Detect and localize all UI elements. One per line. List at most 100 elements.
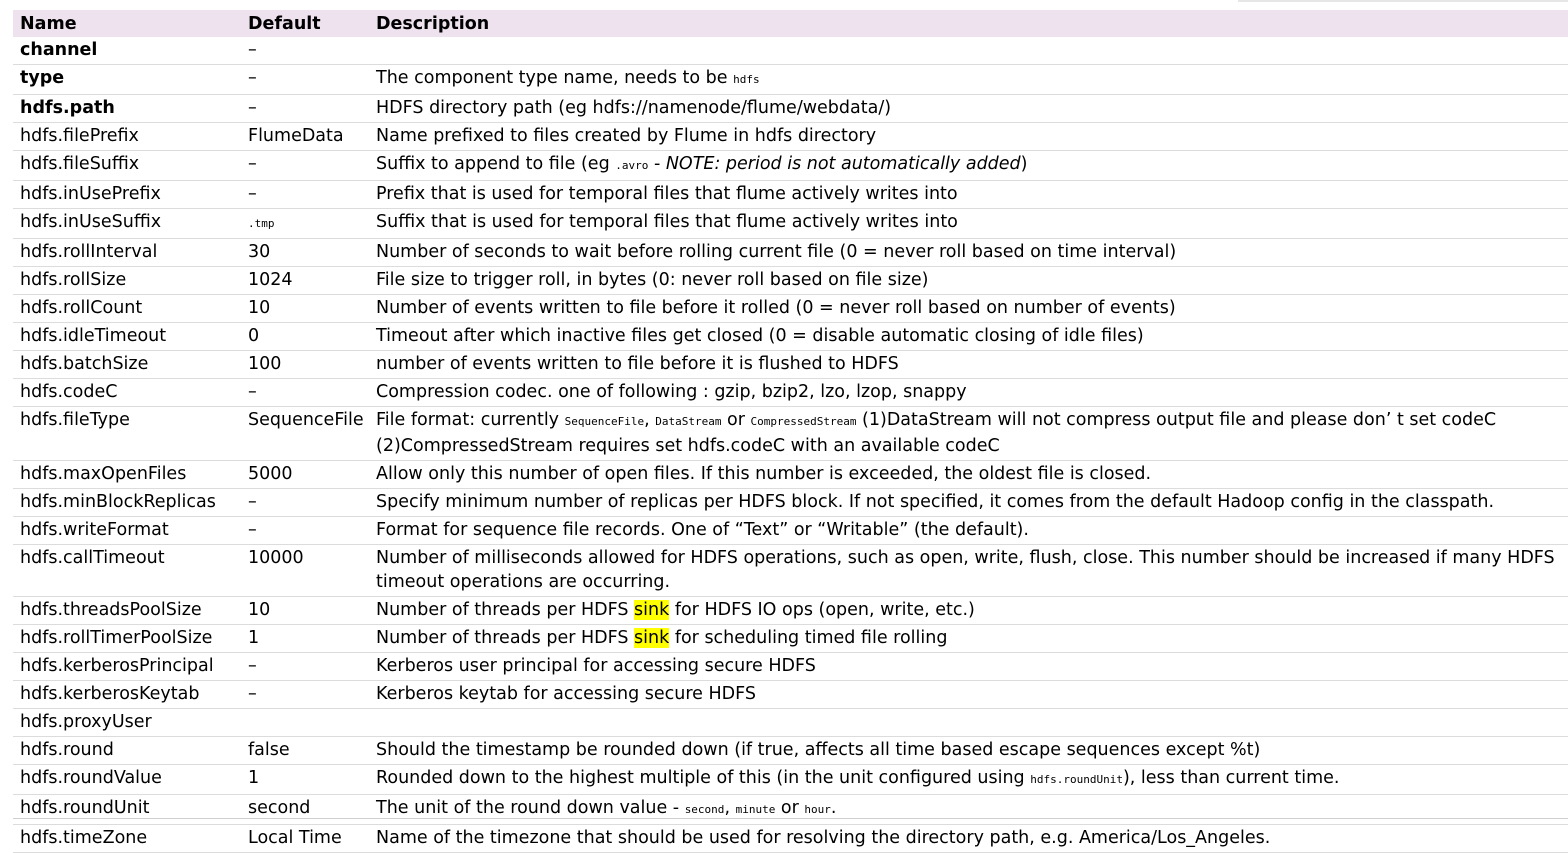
property-default: Local Time [241, 824, 369, 853]
property-name: hdfs.rollInterval [13, 238, 241, 267]
inline-code: hdfs [733, 73, 760, 86]
inline-code: second [684, 803, 725, 816]
table-row: hdfs.rollInterval 30 Number of seconds to … [13, 238, 1568, 267]
table-row: hdfs.inUseSuffix .tmp Suffix that is used … [13, 208, 1568, 239]
inline-code: minute [735, 803, 776, 816]
table-row: type – The component type name, needs to b… [13, 64, 1568, 95]
description-text: Suffix to append to file (eg [376, 154, 616, 174]
property-default: 10 [241, 596, 369, 625]
description-text: , [644, 410, 656, 430]
property-name: hdfs.path [13, 94, 241, 123]
description-text: Format for sequence file records. One of… [376, 520, 1029, 540]
description-text: Allow only this number of open files. If… [376, 464, 1152, 484]
inline-code: .avro [615, 159, 649, 172]
description-text: Suffix that is used for temporal files t… [376, 212, 958, 232]
property-default: 1024 [241, 266, 369, 295]
table-row: hdfs.kerberosKeytab – Kerberos keytab for … [13, 680, 1568, 709]
property-default: – [241, 94, 369, 123]
description-text: Number of seconds to wait before rolling… [376, 242, 1177, 262]
property-default: – [241, 150, 369, 181]
table-row: hdfs.fileSuffix – Suffix to append to file… [13, 150, 1568, 181]
description-text: Number of events written to file before … [376, 298, 1176, 318]
top-divider [1238, 0, 1568, 2]
property-description [369, 37, 1568, 65]
property-description: Prefix that is used for temporal files t… [369, 180, 1568, 209]
property-name: hdfs.callTimeout [13, 544, 241, 597]
property-name: hdfs.kerberosPrincipal [13, 652, 241, 681]
table-row: hdfs.proxyUser [13, 708, 1568, 737]
property-description: Number of threads per HDFS sink for sche… [369, 624, 1568, 653]
property-description: Kerberos user principal for accessing se… [369, 652, 1568, 681]
description-text: for scheduling timed file rolling [669, 628, 948, 648]
property-description: HDFS directory path (eg hdfs://namenode/… [369, 94, 1568, 123]
description-text: HDFS directory path (eg hdfs://namenode/… [376, 98, 892, 118]
property-description: Number of threads per HDFS sink for HDFS… [369, 596, 1568, 625]
property-name: channel [13, 37, 241, 65]
property-default: 30 [241, 238, 369, 267]
description-text: Prefix that is used for temporal files t… [376, 184, 958, 204]
property-name: hdfs.roundUnit [13, 794, 241, 825]
property-default: – [241, 652, 369, 681]
table-row: hdfs.idleTimeout 0 Timeout after which ina… [13, 322, 1568, 351]
table-row: hdfs.maxOpenFiles 5000 Allow only this num… [13, 460, 1568, 489]
table-header-row: Name Default Description [13, 10, 1568, 37]
property-description: number of events written to file before … [369, 350, 1568, 379]
property-name: hdfs.fileType [13, 406, 241, 461]
property-default: 100 [241, 350, 369, 379]
property-description: Name prefixed to files created by Flume … [369, 122, 1568, 151]
description-text: Number of milliseconds allowed for HDFS … [376, 548, 1555, 592]
property-description [369, 708, 1568, 737]
header-name: Name [20, 13, 77, 34]
table-row: hdfs.fileType SequenceFile File format: cu… [13, 406, 1568, 461]
property-description: Specify minimum number of replicas per H… [369, 488, 1568, 517]
table-row: hdfs.inUsePrefix – Prefix that is used for… [13, 180, 1568, 209]
header-description: Description [376, 13, 490, 34]
property-name: type [13, 64, 241, 95]
description-text: Kerberos keytab for accessing secure HDF… [376, 684, 756, 704]
description-text: Number of threads per HDFS [376, 628, 635, 648]
property-description: Number of seconds to wait before rolling… [369, 238, 1568, 267]
property-description: Compression codec. one of following : gz… [369, 378, 1568, 407]
property-description: Timeout after which inactive files get c… [369, 322, 1568, 351]
property-description: The component type name, needs to be hdf… [369, 64, 1568, 95]
description-text: , [724, 798, 736, 818]
property-description: Format for sequence file records. One of… [369, 516, 1568, 545]
description-text: Specify minimum number of replicas per H… [376, 492, 1495, 512]
description-text: ), less than current time. [1122, 768, 1340, 788]
property-default: .tmp [241, 208, 369, 239]
table-row: hdfs.callTimeout 10000 Number of milliseco… [13, 544, 1568, 597]
property-default: FlumeData [241, 122, 369, 151]
property-name: hdfs.kerberosKeytab [13, 680, 241, 709]
description-text: The unit of the round down value - [376, 798, 685, 818]
table-row: hdfs.threadsPoolSize 10 Number of threads … [13, 596, 1568, 625]
property-name: hdfs.round [13, 736, 241, 765]
property-name: hdfs.codeC [13, 378, 241, 407]
description-text: Compression codec. one of following : gz… [376, 382, 967, 402]
description-text: The component type name, needs to be [376, 68, 734, 88]
table-row: hdfs.batchSize 100 number of events writte… [13, 350, 1568, 379]
property-default: – [241, 516, 369, 545]
property-description: File size to trigger roll, in bytes (0: … [369, 266, 1568, 295]
property-default: second [241, 794, 369, 825]
property-default: 10000 [241, 544, 369, 597]
inline-code: SequenceFile [564, 415, 645, 428]
header-default: Default [248, 13, 321, 34]
property-default: – [241, 37, 369, 65]
property-description: Suffix to append to file (eg .avro - NOT… [369, 150, 1568, 181]
table-row: hdfs.kerberosPrincipal – Kerberos user pri… [13, 652, 1568, 681]
property-name: hdfs.timeZone [13, 824, 241, 853]
property-default: 5000 [241, 460, 369, 489]
property-name: hdfs.idleTimeout [13, 322, 241, 351]
table-row: hdfs.roundValue 1 Rounded down to the high… [13, 764, 1568, 795]
table-row: hdfs.filePrefix FlumeData Name prefixed to… [13, 122, 1568, 151]
property-description: The unit of the round down value - secon… [369, 794, 1568, 825]
property-description: Kerberos keytab for accessing secure HDF… [369, 680, 1568, 709]
property-name: hdfs.rollTimerPoolSize [13, 624, 241, 653]
property-description: Should the timestamp be rounded down (if… [369, 736, 1568, 765]
table-row: channel – [13, 37, 1568, 65]
property-default: – [241, 378, 369, 407]
bottom-divider [13, 818, 1568, 819]
property-default: – [241, 64, 369, 95]
property-description: Rounded down to the highest multiple of … [369, 764, 1568, 795]
description-text: Name prefixed to files created by Flume … [376, 126, 877, 146]
